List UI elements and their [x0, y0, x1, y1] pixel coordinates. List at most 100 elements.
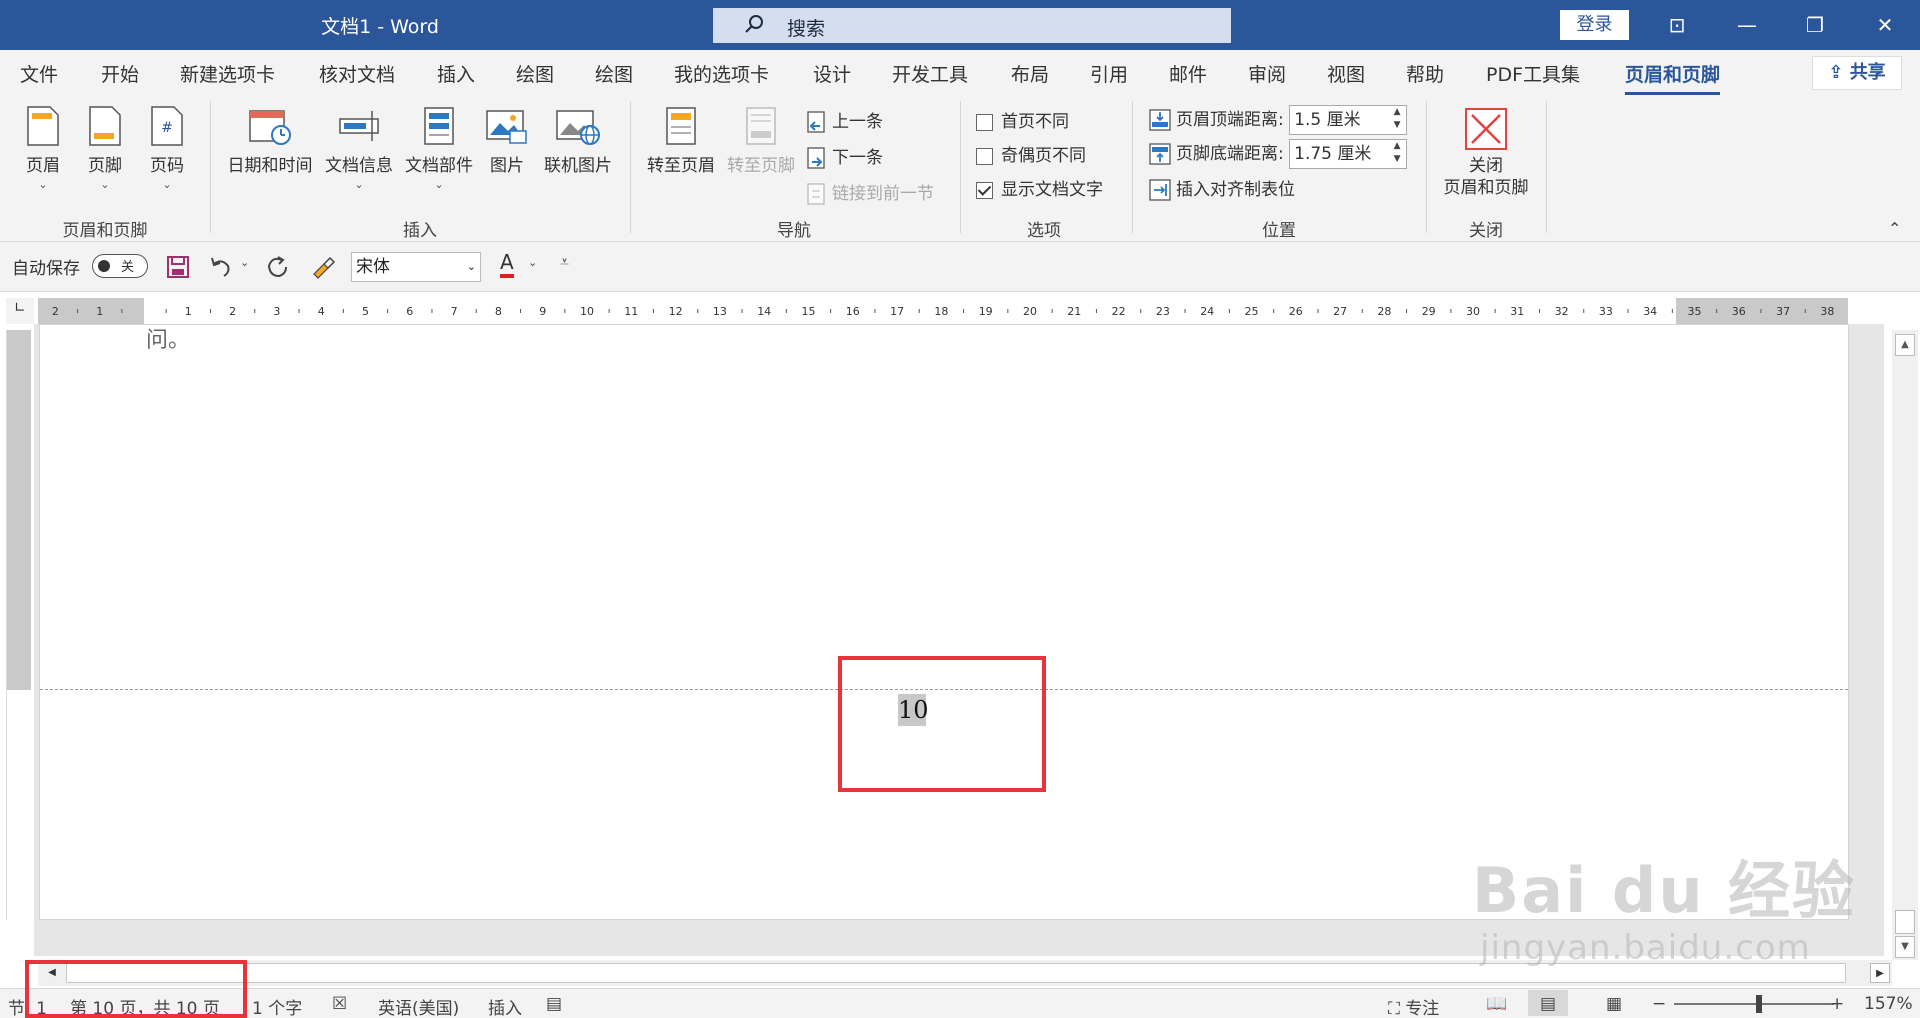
status-insert-mode[interactable]: 插入: [488, 994, 522, 1018]
ruler-tick-label: 20: [1023, 305, 1037, 318]
quick-access-toolbar: 自动保存 关 ⌄ 宋体 ⌄ A ⌄ ⩡: [0, 242, 1920, 292]
collapse-ribbon-icon[interactable]: ⌃: [1888, 219, 1901, 238]
tab-new-tab[interactable]: 新建选项卡: [180, 60, 275, 87]
focus-button[interactable]: ⛶ 专注: [1388, 994, 1439, 1018]
date-time-button[interactable]: 日期和时间: [224, 105, 316, 176]
tab-help[interactable]: 帮助: [1406, 60, 1444, 87]
ruler-tick-label: 2: [52, 305, 59, 318]
status-word-count[interactable]: 1 个字: [252, 994, 302, 1018]
doc-parts-button[interactable]: 文档部件 ⌄: [400, 105, 478, 191]
zoom-slider-thumb[interactable]: [1756, 995, 1762, 1013]
ruler-tick-label: 14: [757, 305, 771, 318]
zoom-out-icon[interactable]: −: [1652, 994, 1666, 1014]
tab-pdf-tools[interactable]: PDF工具集: [1486, 60, 1580, 87]
header-top-distance-input[interactable]: 1.5 厘米 ▲ ▼: [1289, 105, 1408, 135]
autosave-toggle[interactable]: 关: [92, 254, 148, 278]
previous-button[interactable]: 上一条: [806, 107, 883, 134]
format-painter-icon[interactable]: [310, 254, 336, 280]
tab-insert[interactable]: 插入: [437, 60, 475, 87]
tab-references[interactable]: 引用: [1090, 60, 1128, 87]
tab-draw-2[interactable]: 绘图: [595, 60, 633, 87]
tab-review[interactable]: 审阅: [1248, 60, 1286, 87]
tab-design[interactable]: 设计: [813, 60, 851, 87]
undo-icon[interactable]: [208, 254, 234, 280]
footer-bottom-distance-input[interactable]: 1.75 厘米 ▲ ▼: [1289, 139, 1408, 169]
tab-home[interactable]: 开始: [101, 60, 139, 87]
online-picture-button[interactable]: 联机图片: [540, 105, 616, 176]
next-button[interactable]: 下一条: [806, 143, 883, 170]
zoom-in-icon[interactable]: +: [1830, 994, 1844, 1014]
show-doc-text-checkbox[interactable]: 显示文档文字: [976, 175, 1103, 200]
goto-header-button[interactable]: 转至页眉: [642, 105, 720, 176]
read-mode-icon[interactable]: 📖: [1486, 994, 1507, 1014]
header-icon: [27, 106, 59, 146]
font-color-dropdown-icon[interactable]: ⌄: [528, 256, 537, 269]
next-icon: [807, 147, 825, 169]
web-layout-icon[interactable]: ▦: [1606, 994, 1622, 1014]
ruler-tick-label: 10: [580, 305, 594, 318]
header-button[interactable]: 页眉 ⌄: [18, 105, 68, 191]
checkbox-icon: [976, 147, 993, 165]
search-box[interactable]: 搜索: [713, 8, 1231, 43]
search-label: 搜索: [787, 18, 826, 40]
tab-my-tab[interactable]: 我的选项卡: [674, 60, 769, 87]
ruler-tick-label: 28: [1377, 305, 1391, 318]
login-button[interactable]: 登录: [1560, 10, 1629, 40]
zoom-slider[interactable]: [1674, 1003, 1834, 1005]
macro-record-icon[interactable]: ▤: [546, 994, 562, 1014]
document-page[interactable]: [39, 324, 1849, 920]
tab-file[interactable]: 文件: [20, 60, 58, 87]
annotation-status-highlight-box: [25, 960, 247, 1018]
save-icon[interactable]: [167, 256, 189, 278]
goto-footer-button: 转至页脚: [722, 105, 800, 176]
status-language[interactable]: 英语(美国): [378, 994, 459, 1018]
scroll-up-icon[interactable]: ▲: [1895, 334, 1915, 356]
goto-footer-icon: [746, 107, 776, 145]
tab-header-footer[interactable]: 页眉和页脚: [1625, 60, 1721, 95]
proofing-icon[interactable]: ☒: [332, 994, 347, 1014]
share-button[interactable]: ⇪ 共享: [1812, 56, 1902, 90]
tab-view[interactable]: 视图: [1327, 60, 1365, 87]
customize-qat-icon[interactable]: ⩡: [560, 252, 569, 272]
picture-icon: [486, 110, 527, 144]
font-name-select[interactable]: 宋体 ⌄: [351, 252, 481, 282]
ruler-tick-label: 30: [1466, 305, 1480, 318]
spinner-arrows-icon[interactable]: ▲ ▼: [1390, 140, 1404, 168]
tab-layout[interactable]: 布局: [1011, 60, 1049, 87]
spinner-arrows-icon[interactable]: ▲ ▼: [1390, 106, 1404, 134]
tab-mailings[interactable]: 邮件: [1169, 60, 1207, 87]
svg-text:#: #: [161, 120, 173, 136]
group-separator: [1546, 101, 1547, 233]
doc-info-button[interactable]: 文档信息 ⌄: [320, 105, 398, 191]
different-odd-even-checkbox[interactable]: 奇偶页不同: [976, 141, 1086, 166]
tab-draw[interactable]: 绘图: [516, 60, 554, 87]
ruler-tick-label: 33: [1599, 305, 1613, 318]
close-header-footer-button[interactable]: 关闭 页眉和页脚: [1436, 107, 1536, 199]
minimize-icon[interactable]: —: [1718, 0, 1776, 50]
ruler-tick-label: 22: [1112, 305, 1126, 318]
ruler-tick-label: 15: [802, 305, 816, 318]
undo-dropdown-icon[interactable]: ⌄: [240, 256, 249, 269]
close-icon[interactable]: ✕: [1856, 0, 1914, 50]
window-title: 文档1 - Word: [321, 16, 439, 38]
font-color-button[interactable]: A: [500, 250, 514, 278]
restore-icon[interactable]: ❐: [1786, 0, 1844, 50]
tab-proofread[interactable]: 核对文档: [319, 60, 395, 87]
picture-button[interactable]: 图片: [482, 105, 532, 176]
print-layout-icon[interactable]: ▤: [1528, 990, 1568, 1016]
horizontal-ruler[interactable]: 2 1 1 2 3 4 5 6 7 8 9 10 11 12 13 14 15 16 17 18 19 20 21 22 23 2…: [38, 298, 1848, 324]
ruler-tick-label: 16: [846, 305, 860, 318]
ribbon-display-options-icon[interactable]: ⊡: [1648, 0, 1706, 50]
footer-button[interactable]: 页脚 ⌄: [80, 105, 130, 191]
vertical-ruler[interactable]: [6, 330, 31, 920]
insert-align-tab-button[interactable]: 插入对齐制表位: [1148, 175, 1295, 202]
chevron-down-icon: ⌄: [100, 178, 110, 191]
different-first-page-checkbox[interactable]: 首页不同: [976, 107, 1069, 132]
zoom-level[interactable]: 157%: [1864, 994, 1913, 1014]
redo-icon[interactable]: [264, 254, 290, 280]
page-number-button[interactable]: # 页码 ⌄: [142, 105, 192, 191]
tab-selector[interactable]: ∟: [6, 298, 34, 324]
tab-developer[interactable]: 开发工具: [892, 60, 968, 87]
insert-align-tab-label: 插入对齐制表位: [1176, 180, 1295, 200]
next-label: 下一条: [832, 148, 883, 168]
